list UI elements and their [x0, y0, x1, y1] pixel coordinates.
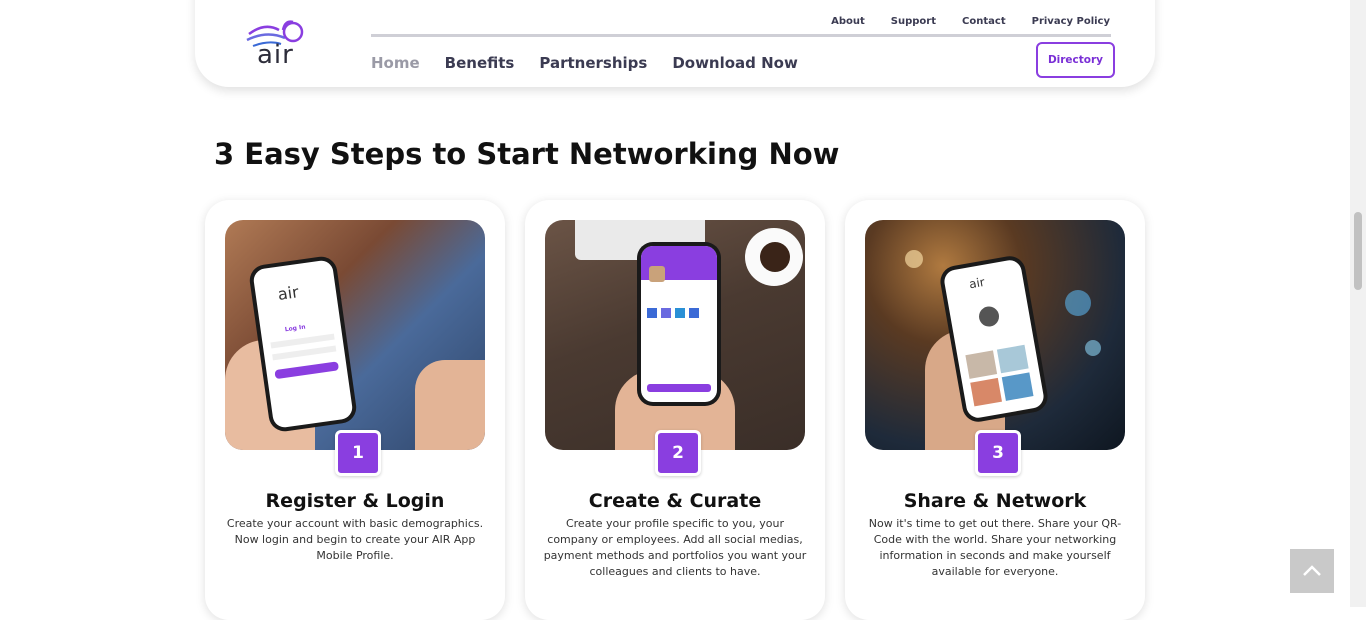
step-desc-3: Now it's time to get out there. Share yo…	[868, 517, 1122, 578]
step-3-image: air	[865, 220, 1125, 450]
step-number-1: 1	[335, 430, 381, 476]
privacy-policy-link[interactable]: Privacy Policy	[1032, 16, 1110, 27]
step-card-1: air Log In 1 Register & Login Create you…	[205, 200, 505, 620]
back-to-top-button[interactable]	[1290, 549, 1334, 593]
contact-link[interactable]: Contact	[962, 16, 1006, 27]
step-title-2: Create & Curate	[588, 490, 762, 512]
step-desc-2: Create your profile specific to you, you…	[543, 517, 807, 578]
nav-divider	[371, 34, 1111, 37]
site-header: air About Support Contact Privacy Policy…	[195, 0, 1155, 87]
scrollbar-thumb[interactable]	[1354, 212, 1362, 290]
section-heading: 3 Easy Steps to Start Networking Now	[214, 137, 840, 171]
nav-partnerships[interactable]: Partnerships	[539, 54, 647, 72]
step-2-image	[545, 220, 805, 450]
nav-benefits[interactable]: Benefits	[445, 54, 515, 72]
step-1-image: air Log In	[225, 220, 485, 450]
page-scrollbar[interactable]	[1350, 0, 1366, 607]
about-link[interactable]: About	[831, 16, 865, 27]
chevron-up-icon	[1303, 565, 1321, 576]
step-title-3: Share & Network	[903, 490, 1087, 512]
step-number-2: 2	[655, 430, 701, 476]
step-number-3: 3	[975, 430, 1021, 476]
support-link[interactable]: Support	[891, 16, 936, 27]
step-card-2: 2 Create & Curate Create your profile sp…	[525, 200, 825, 620]
logo-text: air	[257, 40, 294, 70]
top-links: About Support Contact Privacy Policy	[805, 16, 1110, 27]
nav-home[interactable]: Home	[371, 54, 420, 72]
step-card-3: air 3 Share & Network Now it's time to g…	[845, 200, 1145, 620]
step-title-1: Register & Login	[265, 490, 445, 512]
step-desc-1: Create your account with basic demograph…	[226, 517, 484, 562]
main-nav: Home Benefits Partnerships Download Now	[371, 54, 823, 72]
directory-button[interactable]: Directory	[1036, 42, 1115, 78]
nav-download-now[interactable]: Download Now	[672, 54, 798, 72]
